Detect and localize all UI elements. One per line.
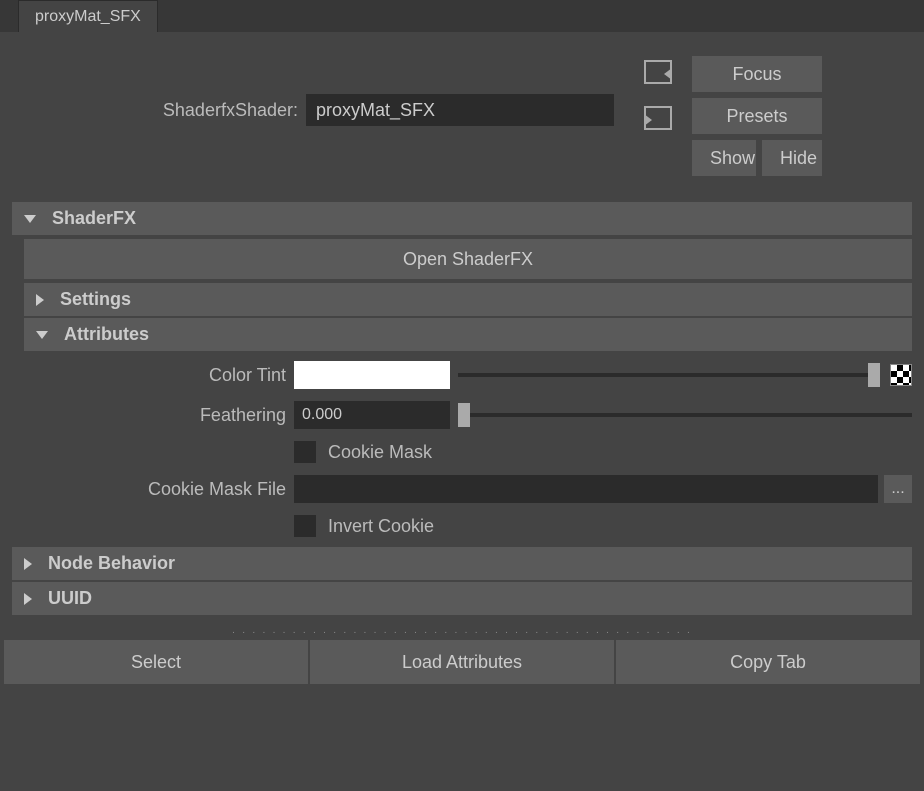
feathering-input[interactable] xyxy=(294,401,450,429)
cookie-mask-row: Cookie Mask xyxy=(24,435,912,469)
cookie-mask-label: Cookie Mask xyxy=(328,442,432,463)
cookie-mask-checkbox[interactable] xyxy=(294,441,316,463)
feathering-label: Feathering xyxy=(24,405,294,426)
slider-thumb[interactable] xyxy=(868,363,880,387)
chevron-down-icon xyxy=(24,215,36,223)
copy-tab-button[interactable]: Copy Tab xyxy=(616,640,920,684)
name-row: ShaderfxShader: xyxy=(16,94,614,126)
slider-track xyxy=(458,413,912,417)
cookie-mask-file-row: Cookie Mask File ... xyxy=(24,469,912,509)
section-attributes-body: Color Tint Feathering Cookie Mask Cookie… xyxy=(24,355,912,543)
connection-icons xyxy=(644,60,672,130)
slider-thumb[interactable] xyxy=(458,403,470,427)
invert-cookie-label: Invert Cookie xyxy=(328,516,434,537)
chevron-down-icon xyxy=(36,331,48,339)
slider-track xyxy=(458,373,880,377)
color-tint-label: Color Tint xyxy=(24,365,294,386)
hide-button[interactable]: Hide xyxy=(762,140,822,176)
input-connection-icon[interactable] xyxy=(644,60,672,84)
cookie-mask-file-label: Cookie Mask File xyxy=(24,479,294,500)
sections-container: ShaderFX Open ShaderFX Settings Attribut… xyxy=(0,202,924,615)
section-uuid-title: UUID xyxy=(48,588,92,609)
output-connection-icon[interactable] xyxy=(644,106,672,130)
presets-button[interactable]: Presets xyxy=(692,98,822,134)
tab-bar: proxyMat_SFX xyxy=(0,0,924,32)
color-tint-slider[interactable] xyxy=(458,365,880,385)
section-shaderfx-body: Open ShaderFX xyxy=(24,239,912,279)
chevron-right-icon xyxy=(36,294,44,306)
section-settings-title: Settings xyxy=(60,289,131,310)
focus-button[interactable]: Focus xyxy=(692,56,822,92)
feathering-slider[interactable] xyxy=(458,405,912,425)
section-node-behavior-header[interactable]: Node Behavior xyxy=(12,547,912,580)
resize-separator[interactable]: · · · · · · · · · · · · · · · · · · · · … xyxy=(0,623,924,638)
feathering-row: Feathering xyxy=(24,395,912,435)
shader-name-label: ShaderfxShader: xyxy=(16,100,306,121)
section-attributes-title: Attributes xyxy=(64,324,149,345)
browse-file-button[interactable]: ... xyxy=(884,475,912,503)
section-node-behavior-title: Node Behavior xyxy=(48,553,175,574)
texture-map-button[interactable] xyxy=(890,364,912,386)
invert-cookie-row: Invert Cookie xyxy=(24,509,912,543)
section-attributes-header[interactable]: Attributes xyxy=(24,318,912,351)
color-tint-row: Color Tint xyxy=(24,355,912,395)
tab-label: proxyMat_SFX xyxy=(35,8,141,26)
tab-active[interactable]: proxyMat_SFX xyxy=(18,0,158,32)
section-shaderfx-header[interactable]: ShaderFX xyxy=(12,202,912,235)
invert-cookie-checkbox[interactable] xyxy=(294,515,316,537)
section-uuid-header[interactable]: UUID xyxy=(12,582,912,615)
color-tint-swatch[interactable] xyxy=(294,361,450,389)
shader-name-input[interactable] xyxy=(306,94,614,126)
load-attributes-button[interactable]: Load Attributes xyxy=(310,640,614,684)
select-button[interactable]: Select xyxy=(4,640,308,684)
chevron-right-icon xyxy=(24,558,32,570)
section-shaderfx-title: ShaderFX xyxy=(52,208,136,229)
cookie-mask-file-input[interactable] xyxy=(294,475,878,503)
chevron-right-icon xyxy=(24,593,32,605)
header-button-column: Focus Presets Show Hide xyxy=(692,56,822,176)
header-area: ShaderfxShader: Focus Presets Show Hide xyxy=(0,32,924,192)
show-button[interactable]: Show xyxy=(692,140,756,176)
section-settings-header[interactable]: Settings xyxy=(24,283,912,316)
footer-bar: Select Load Attributes Copy Tab xyxy=(0,638,924,688)
open-shaderfx-button[interactable]: Open ShaderFX xyxy=(24,239,912,279)
